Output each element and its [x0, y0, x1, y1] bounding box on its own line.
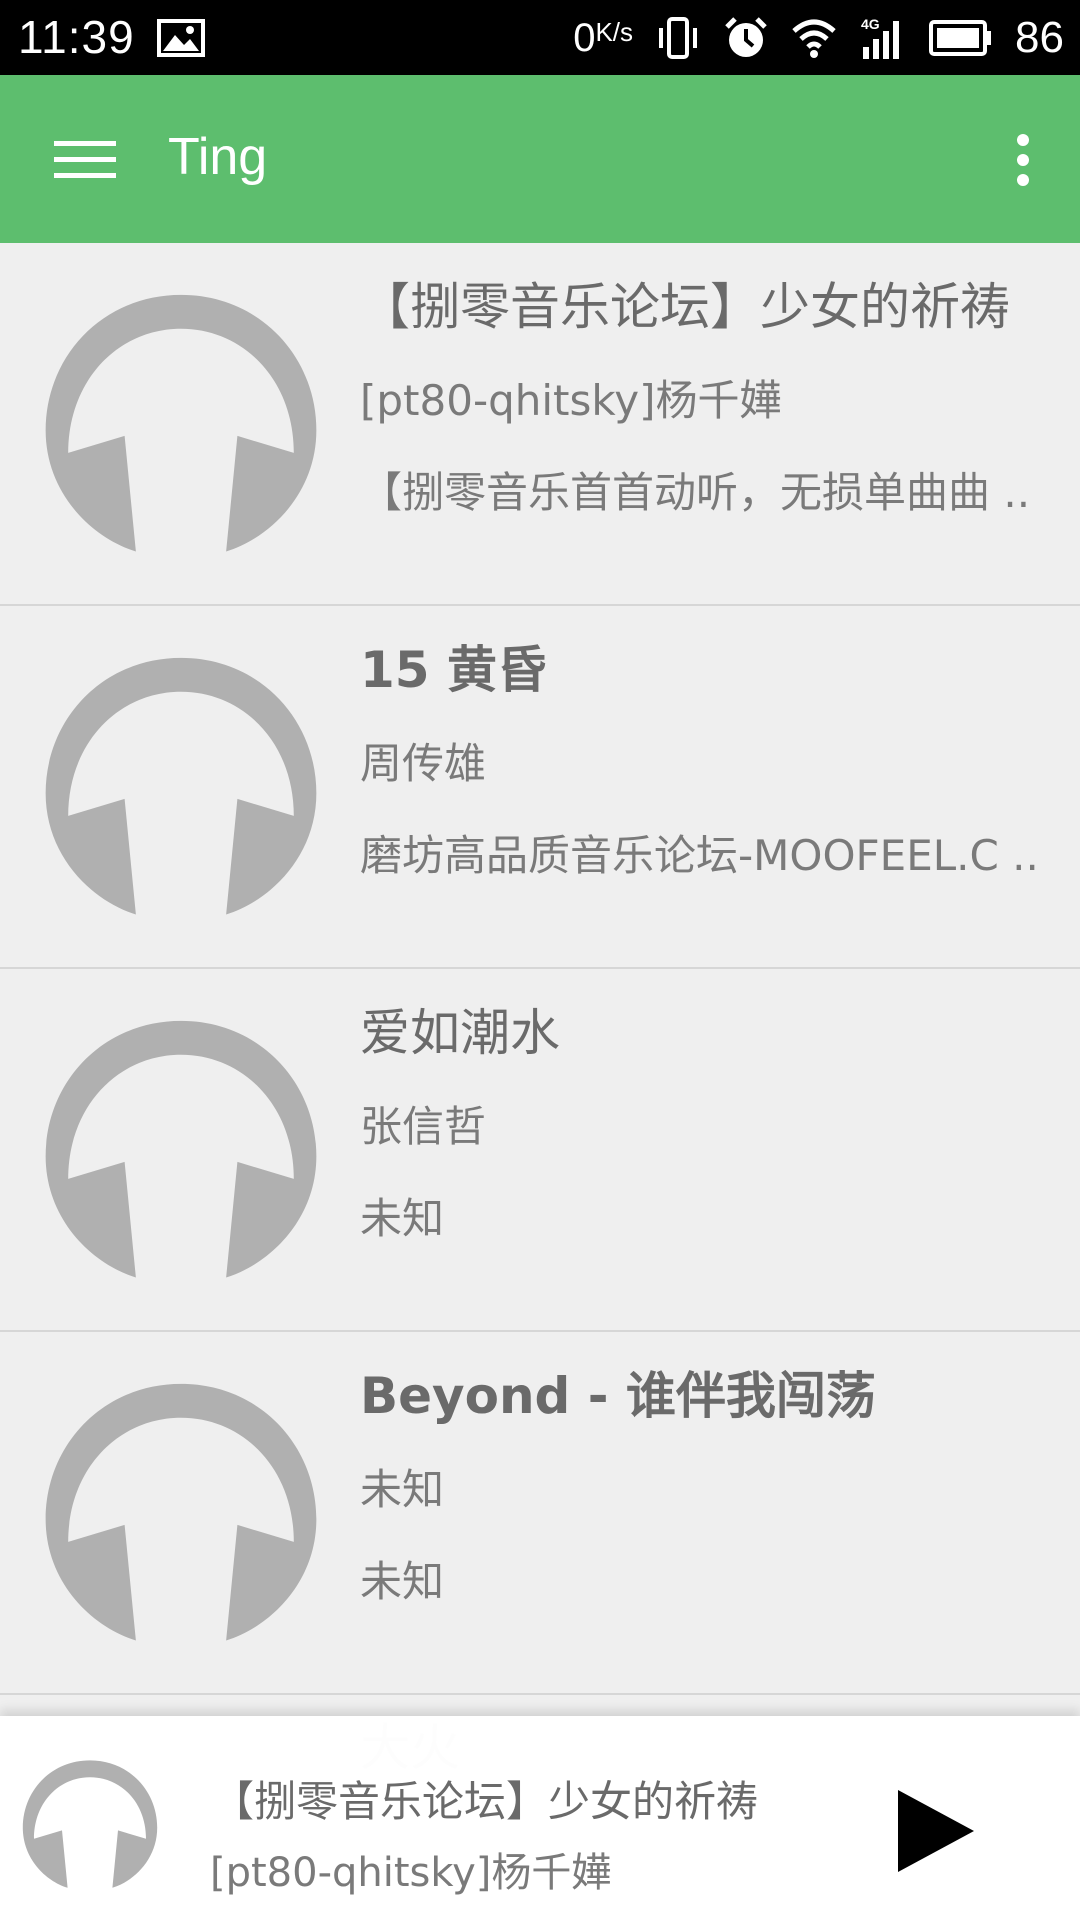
- headphones-icon: [45, 294, 317, 552]
- alarm-icon: [725, 17, 767, 57]
- song-album: 未知: [360, 1557, 445, 1606]
- song-title: 爱如潮水: [360, 1004, 560, 1062]
- song-title: Beyond - 谁伴我闯荡: [360, 1367, 876, 1425]
- song-artist: 未知: [360, 1465, 445, 1514]
- status-time: 11:39: [18, 11, 135, 63]
- headphones-icon: [22, 1760, 158, 1888]
- song-artist: 周传雄: [360, 739, 487, 788]
- battery-level: 86: [1015, 13, 1064, 62]
- song-row[interactable]: 爱如潮水 张信哲 未知: [0, 969, 1080, 1332]
- song-row[interactable]: 【捌零音乐论坛】少女的祈祷 [pt80-qhitsky]杨千嬅 【捌零音乐首首动…: [0, 243, 1080, 606]
- hamburger-menu-icon: [54, 141, 116, 178]
- song-artist: [pt80-qhitsky]杨千嬅: [360, 376, 782, 425]
- headphones-icon: [45, 1383, 317, 1641]
- song-title: 15 黄昏: [360, 641, 547, 699]
- play-button[interactable]: [880, 1776, 990, 1886]
- vibrate-icon: [659, 17, 698, 59]
- play-icon: [898, 1790, 974, 1872]
- now-playing-title: 【捌零音乐论坛】少女的祈祷: [212, 1777, 759, 1826]
- menu-button[interactable]: [38, 117, 132, 203]
- image-icon: [157, 19, 205, 57]
- song-album: 磨坊高品质音乐论坛-MOOFEEL.C ..: [360, 831, 1039, 880]
- song-album: 未知: [360, 1194, 445, 1243]
- wifi-icon: [792, 19, 836, 58]
- song-album: 【捌零音乐首首动听，无损单曲曲 ..: [360, 468, 1031, 517]
- more-vertical-icon: [1017, 134, 1029, 186]
- status-icons: 0K/s 4G 86: [573, 10, 1064, 66]
- song-artist: 张信哲: [360, 1102, 487, 1151]
- overflow-menu-button[interactable]: [988, 117, 1058, 203]
- headphones-icon: [45, 657, 317, 915]
- app-bar: Ting: [0, 75, 1080, 243]
- song-row[interactable]: Beyond - 谁伴我闯荡 未知 未知: [0, 1332, 1080, 1695]
- svg-text:4G: 4G: [861, 16, 880, 32]
- now-playing-artist: [pt80-qhitsky]杨千嬅: [210, 1850, 612, 1896]
- headphones-icon: [45, 1020, 317, 1278]
- network-speed: 0K/s: [573, 15, 634, 60]
- status-bar: 11:39 0K/s 4G 86: [0, 0, 1080, 75]
- song-row[interactable]: 15 黄昏 周传雄 磨坊高品质音乐论坛-MOOFEEL.C ..: [0, 606, 1080, 969]
- song-list: 【捌零音乐论坛】少女的祈祷 [pt80-qhitsky]杨千嬅 【捌零音乐首首动…: [0, 243, 1080, 1695]
- song-title: 【捌零音乐论坛】少女的祈祷: [360, 278, 1010, 336]
- app-title: Ting: [168, 128, 268, 186]
- now-playing-bar[interactable]: 【捌零音乐论坛】少女的祈祷 [pt80-qhitsky]杨千嬅: [0, 1716, 1080, 1920]
- signal-4g-icon: 4G: [861, 16, 900, 59]
- battery-icon: [929, 20, 992, 56]
